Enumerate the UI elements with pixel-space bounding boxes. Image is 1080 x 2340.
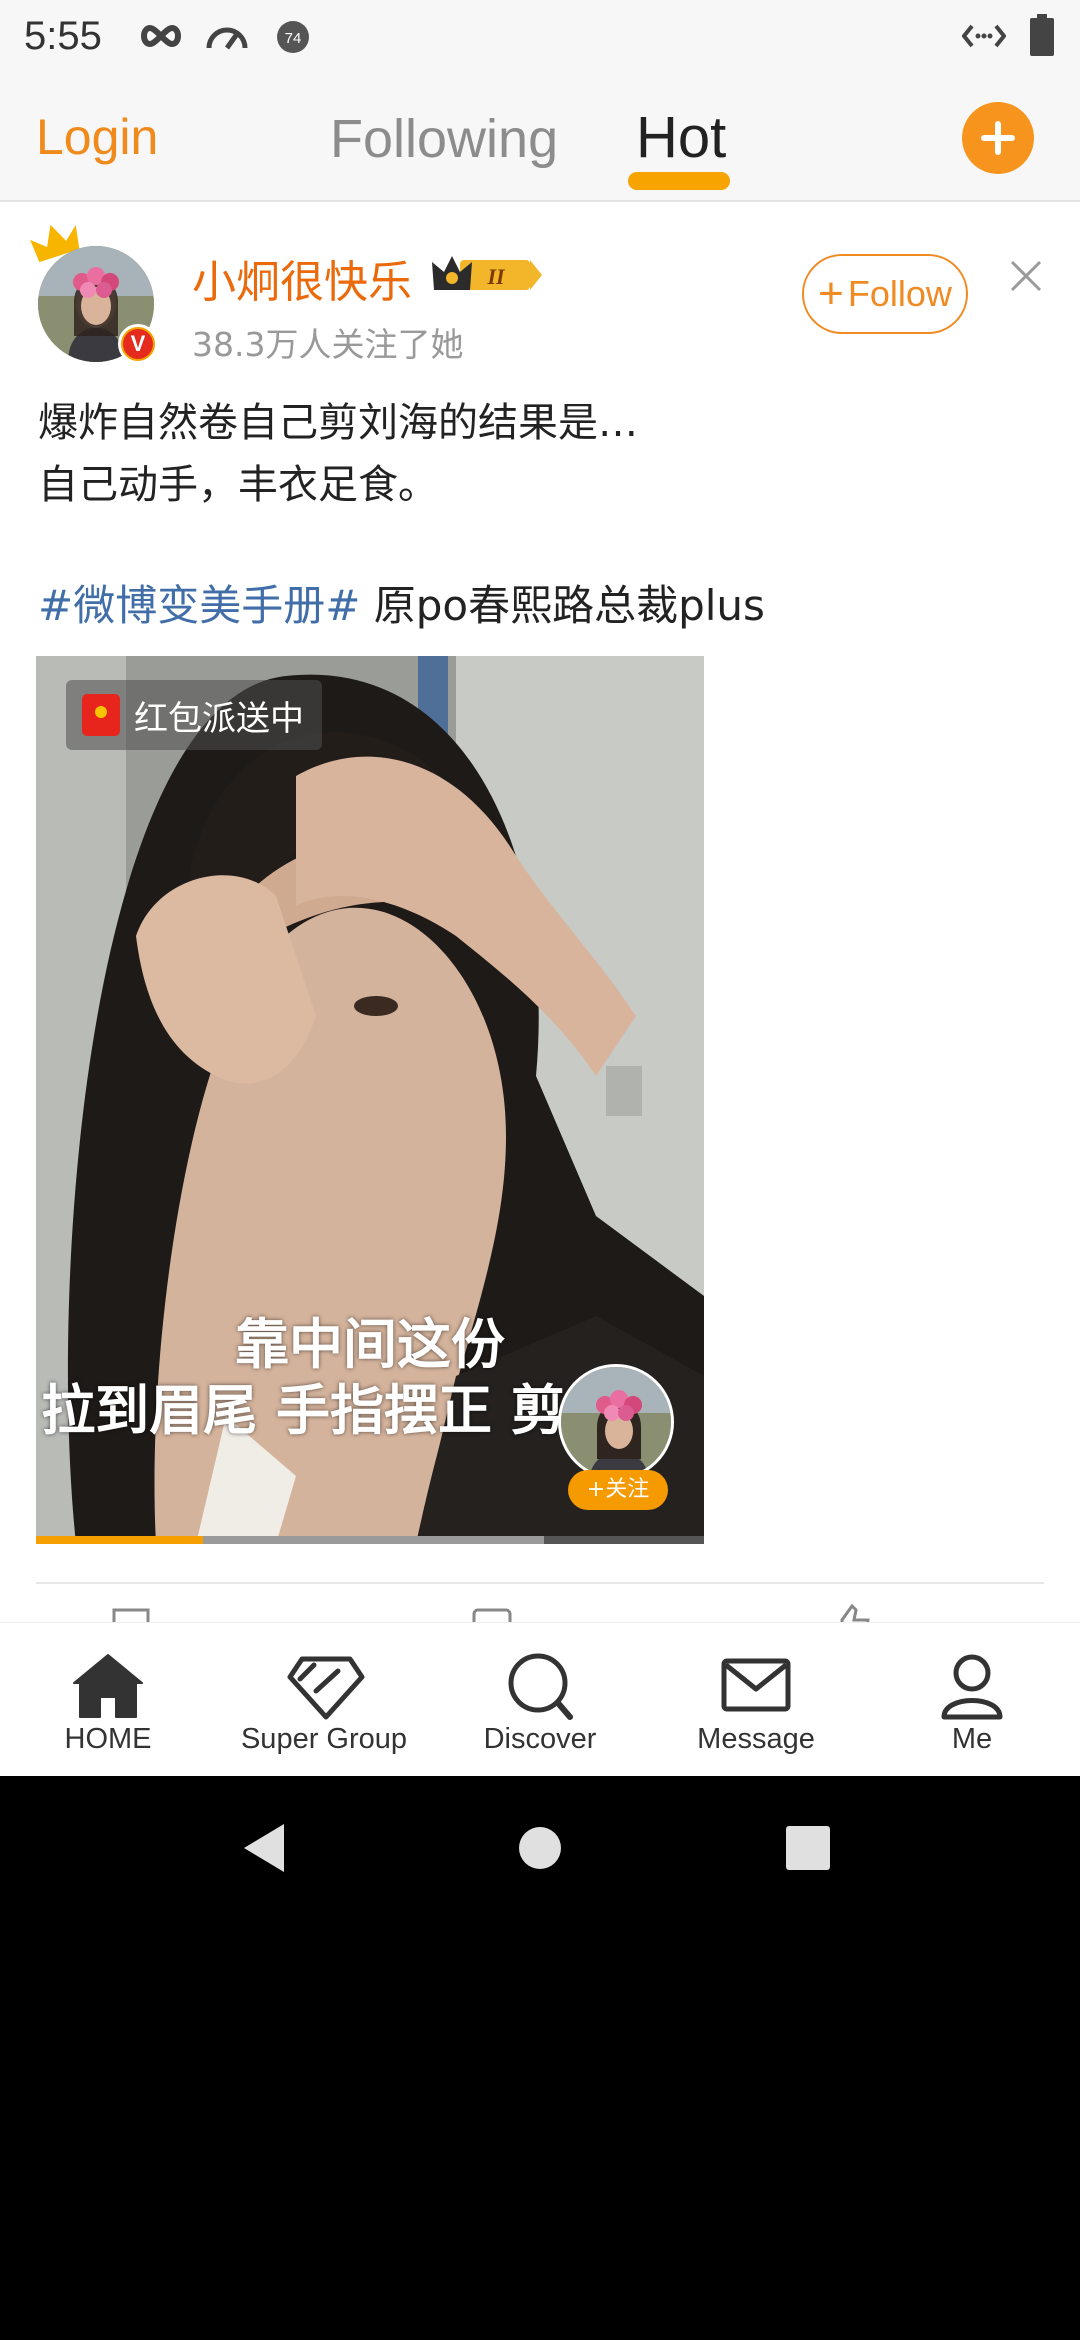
bottom-tab-bar: HOME Super Group Discover Message Me bbox=[0, 1622, 1080, 1776]
code-arrows-icon bbox=[962, 24, 1006, 48]
tab-label: Discover bbox=[483, 1723, 597, 1755]
home-nav-icon[interactable] bbox=[518, 1826, 562, 1870]
vip-badge[interactable]: II bbox=[430, 252, 546, 296]
tab-message[interactable]: Message bbox=[648, 1623, 864, 1776]
tab-discover[interactable]: Discover bbox=[432, 1623, 648, 1776]
post-text-line: 自己动手，丰衣足食。 bbox=[38, 462, 438, 508]
weibo-app: 5:55 74 Login Following Hot V 小炯很快乐 II 3… bbox=[0, 0, 1080, 1776]
divider bbox=[36, 1582, 1044, 1584]
video-buffer-bar bbox=[203, 1536, 544, 1544]
tab-label: Super Group bbox=[240, 1723, 408, 1755]
back-icon[interactable] bbox=[242, 1822, 288, 1874]
verified-icon: V bbox=[123, 329, 153, 359]
tab-following[interactable]: Following bbox=[330, 108, 558, 170]
red-packet-text: 红包派送中 bbox=[134, 698, 304, 739]
infinity-icon bbox=[141, 24, 181, 48]
top-nav: Login Following Hot bbox=[0, 72, 1080, 202]
mini-avatar[interactable] bbox=[558, 1364, 674, 1480]
tab-label: Message bbox=[697, 1723, 815, 1755]
plus-icon bbox=[981, 121, 1015, 155]
active-tab-indicator bbox=[628, 172, 730, 190]
post-hashtag-line: #微博变美手册# 原po春熙路总裁plus bbox=[38, 572, 765, 633]
notification-badge-text: 74 bbox=[285, 30, 302, 47]
login-link[interactable]: Login bbox=[36, 108, 158, 166]
tab-hot[interactable]: Hot bbox=[636, 104, 726, 171]
compose-button[interactable] bbox=[962, 102, 1034, 174]
post-text: 爆炸自然卷自己剪刘海的结果是… 自己动手，丰衣足食。 bbox=[38, 392, 1048, 516]
home-icon bbox=[73, 1654, 143, 1718]
tab-super-group[interactable]: Super Group bbox=[216, 1623, 432, 1776]
tab-me[interactable]: Me bbox=[864, 1623, 1080, 1776]
mail-icon bbox=[721, 1658, 791, 1712]
video-player[interactable]: 红包派送中 靠中间这份 拉到眉尾 手指摆正 剪掉 +关注 bbox=[36, 656, 704, 1544]
red-packet-icon bbox=[82, 694, 120, 736]
post-text-suffix: 原po春熙路总裁plus bbox=[360, 581, 765, 630]
vip-level-text: II bbox=[486, 264, 506, 289]
tab-label: Me bbox=[951, 1723, 993, 1755]
follow-label: Follow bbox=[847, 273, 952, 314]
tab-label: HOME bbox=[64, 1723, 152, 1755]
system-nav-bar bbox=[0, 1776, 1080, 1920]
close-icon[interactable] bbox=[1006, 256, 1046, 296]
plus-icon: + bbox=[818, 269, 844, 318]
person-icon bbox=[941, 1654, 1003, 1720]
mini-follow-button[interactable]: +关注 bbox=[568, 1470, 668, 1510]
red-packet-banner[interactable]: 红包派送中 bbox=[66, 680, 322, 750]
diamond-icon bbox=[287, 1656, 365, 1720]
post-text-line: 爆炸自然卷自己剪刘海的结果是… bbox=[38, 400, 638, 446]
speedometer-icon bbox=[206, 27, 248, 50]
video-progress-bar bbox=[36, 1536, 203, 1544]
battery-icon bbox=[1030, 14, 1054, 56]
hashtag-link[interactable]: #微博变美手册# bbox=[38, 581, 360, 630]
follow-button[interactable]: + Follow bbox=[802, 254, 968, 334]
notification-count-icon: 74 bbox=[277, 21, 309, 53]
recents-icon[interactable] bbox=[786, 1826, 830, 1870]
username[interactable]: 小炯很快乐 bbox=[192, 246, 412, 310]
search-icon bbox=[508, 1653, 573, 1720]
follower-count: 38.3万人关注了她 bbox=[192, 325, 464, 364]
tab-home[interactable]: HOME bbox=[0, 1623, 216, 1776]
status-time: 5:55 bbox=[24, 14, 102, 58]
status-bar: 5:55 74 bbox=[0, 0, 1080, 72]
verified-badge: V bbox=[118, 324, 158, 364]
